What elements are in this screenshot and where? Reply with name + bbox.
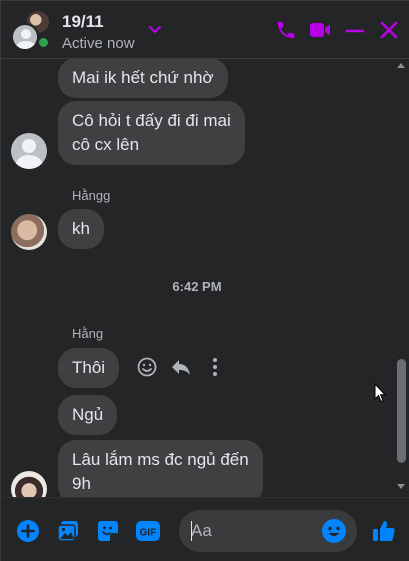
reply-icon[interactable] [169,355,193,379]
sender-avatar[interactable] [11,471,47,497]
message-bubble[interactable]: kh [58,209,104,249]
chat-header: 19/11 Active now [1,1,409,59]
like-button[interactable] [371,518,397,544]
timestamp: 6:42 PM [172,279,222,294]
chevron-down-icon[interactable] [147,23,163,37]
sender-name: Hằng [72,326,104,341]
react-icon[interactable] [135,355,159,379]
chat-title[interactable]: 19/11 [62,12,104,32]
sticker-icon [98,521,118,541]
call-button[interactable] [274,18,298,42]
message-input[interactable] [191,510,319,552]
message-bubble[interactable]: Ngủ [58,395,118,435]
sticker-button[interactable] [95,518,121,544]
group-avatar[interactable] [11,9,53,51]
more-actions-button[interactable] [15,518,41,544]
video-icon [310,23,330,37]
message-list[interactable]: Mai ik hết chứ nhờ Cô hỏi t đấy đi đi ma… [1,59,393,497]
gif-button[interactable]: GIF [135,518,161,544]
photo-icon [57,521,78,542]
message-bubble[interactable]: Thôi [58,348,120,388]
gif-icon: GIF [136,521,160,541]
message-composer: GIF [1,497,409,561]
phone-icon [277,21,295,39]
message-bubble[interactable]: Lâu lắm ms đc ngủ đến 9h [58,440,263,497]
message-bubble[interactable]: Mai ik hết chứ nhờ [58,59,228,98]
sender-name: Hằngg [72,188,111,203]
active-status: Active now [62,35,135,52]
scroll-down-arrow[interactable] [397,484,405,489]
text-caret [191,521,192,541]
like-icon [373,521,395,541]
group-member-avatar [11,23,39,51]
minimize-button[interactable] [343,18,367,42]
video-call-button[interactable] [308,18,332,42]
sender-avatar[interactable] [11,214,47,250]
emoji-icon[interactable] [321,518,347,544]
svg-text:GIF: GIF [140,528,157,539]
minimize-icon [345,29,365,33]
scroll-up-arrow[interactable] [397,63,405,68]
plus-icon [17,520,39,542]
sender-avatar[interactable] [11,133,47,169]
close-button[interactable] [377,18,401,42]
message-bubble[interactable]: Cô hỏi t đấy đi đi mai cô cx lên [58,101,245,165]
message-input-wrapper [179,510,357,552]
attach-photo-button[interactable] [55,518,81,544]
scrollbar-thumb[interactable] [397,359,406,463]
more-icon[interactable] [203,355,227,379]
chat-window: 19/11 Active now Mai ik hết chứ nhờ Cô h… [0,0,409,561]
message-actions [135,355,225,381]
close-icon [380,21,398,39]
scrollbar[interactable] [393,59,409,497]
online-status-dot [37,36,50,49]
mouse-cursor-icon [374,383,386,403]
